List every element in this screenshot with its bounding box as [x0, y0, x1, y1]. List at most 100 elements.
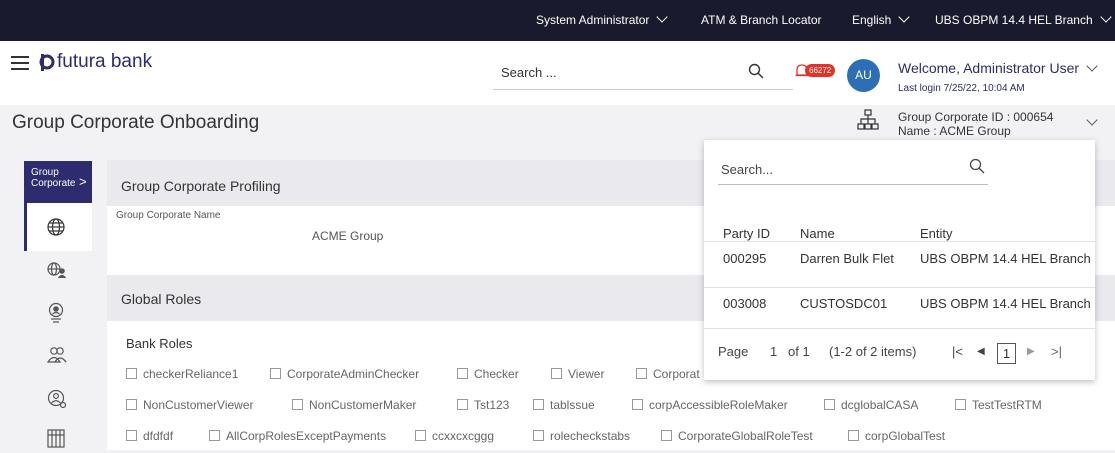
chevron-down-icon: [656, 11, 669, 23]
welcome-menu[interactable]: Welcome, Administrator User: [898, 60, 1098, 76]
sidebar-tab-group-corporate[interactable]: Group Corporate >: [24, 161, 92, 203]
role-checkbox[interactable]: NonCustomerMaker: [292, 398, 416, 412]
top-utility-bar: System Administrator ATM & Branch Locato…: [0, 0, 1115, 41]
role-checkbox[interactable]: dfdfdf: [126, 429, 173, 443]
party-search-popup: Search... Party ID Name Entity 000295 Da…: [704, 140, 1095, 380]
checkbox-icon[interactable]: [457, 399, 468, 410]
group-corporate-name-header: Name : ACME Group: [898, 124, 1011, 138]
first-page-icon[interactable]: |<: [952, 344, 963, 359]
language-menu[interactable]: English: [852, 0, 911, 41]
checkbox-icon[interactable]: [292, 399, 303, 410]
user-settings-icon[interactable]: [46, 388, 68, 410]
role-checkbox[interactable]: dcglobalCASA: [824, 398, 918, 412]
group-corporate-id: Group Corporate ID : 000654: [898, 110, 1054, 124]
column-header-name[interactable]: Name: [800, 226, 835, 241]
table-divider: [704, 241, 1095, 242]
checkbox-icon[interactable]: [551, 368, 562, 379]
avatar[interactable]: AU: [847, 59, 880, 92]
checkbox-icon[interactable]: [824, 399, 835, 410]
role-checkbox[interactable]: rolecheckstabs: [533, 429, 630, 443]
table-cell-entity[interactable]: UBS OBPM 14.4 HEL Branch: [920, 251, 1091, 266]
checkbox-icon[interactable]: [457, 368, 468, 379]
checkbox-icon[interactable]: [126, 399, 137, 410]
role-checkbox[interactable]: Corporat: [636, 367, 700, 381]
building-icon[interactable]: [46, 428, 68, 450]
prev-page-icon[interactable]: ◀: [977, 346, 985, 357]
next-page-icon[interactable]: ▶: [1027, 346, 1035, 357]
checkbox-icon[interactable]: [415, 430, 426, 441]
search-input[interactable]: Search ...: [501, 65, 557, 80]
role-checkbox-label: corpGlobalTest: [865, 429, 946, 443]
column-header-party-id[interactable]: Party ID: [723, 226, 770, 241]
pager-of-label: of 1: [788, 344, 810, 359]
checkbox-icon[interactable]: [533, 430, 544, 441]
branch-menu[interactable]: UBS OBPM 14.4 HEL Branch: [935, 0, 1112, 41]
group-corporate-name-label: Group Corporate Name: [116, 210, 221, 221]
search-icon[interactable]: [969, 158, 985, 179]
role-checkbox-label: TestTestRTM: [972, 398, 1042, 412]
role-checkbox[interactable]: CorporateGlobalRoleTest: [661, 429, 813, 443]
checkbox-icon[interactable]: [270, 368, 281, 379]
role-checkbox[interactable]: corpGlobalTest: [848, 429, 945, 443]
checkbox-icon[interactable]: [636, 368, 647, 379]
pager-page-number[interactable]: 1: [770, 344, 777, 359]
role-checkbox[interactable]: Viewer: [551, 367, 604, 381]
role-checkbox[interactable]: Checker: [457, 367, 519, 381]
role-checkbox[interactable]: checkerReliance1: [126, 367, 238, 381]
checkbox-icon[interactable]: [848, 430, 859, 441]
role-checkbox-label: Tst123: [474, 398, 510, 412]
role-label: System Administrator: [536, 13, 650, 27]
current-page-box[interactable]: 1: [997, 343, 1016, 364]
role-checkbox-label: tablssue: [550, 398, 595, 412]
checkbox-icon[interactable]: [209, 430, 220, 441]
role-checkbox-label: rolecheckstabs: [550, 429, 631, 443]
users-group-icon[interactable]: [46, 345, 68, 367]
role-checkbox-label: CorporateAdminChecker: [287, 367, 420, 381]
role-checkbox[interactable]: corpAccessibleRoleMaker: [632, 398, 788, 412]
atm-branch-locator-link[interactable]: ATM & Branch Locator: [701, 0, 822, 41]
org-hierarchy-icon[interactable]: [857, 109, 879, 136]
checkbox-icon[interactable]: [955, 399, 966, 410]
role-checkbox-label: dcglobalCASA: [841, 398, 919, 412]
globe-users-icon[interactable]: [46, 260, 68, 282]
hamburger-menu-icon[interactable]: [11, 56, 29, 70]
last-page-icon[interactable]: >|: [1051, 344, 1062, 359]
welcome-text: Welcome, Administrator User: [898, 60, 1080, 76]
globe-icon[interactable]: [46, 217, 68, 239]
checkbox-icon[interactable]: [661, 430, 672, 441]
role-checkbox[interactable]: ccxxcxcggg: [415, 429, 494, 443]
role-menu[interactable]: System Administrator: [536, 0, 669, 41]
role-checkbox[interactable]: tablssue: [533, 398, 595, 412]
role-checkbox-label: ccxxcxcggg: [432, 429, 495, 443]
role-checkbox[interactable]: NonCustomerViewer: [126, 398, 254, 412]
table-cell-name[interactable]: Darren Bulk Flet: [800, 251, 894, 266]
table-divider: [704, 287, 1095, 288]
table-cell-entity[interactable]: UBS OBPM 14.4 HEL Branch: [920, 296, 1091, 311]
checkbox-icon[interactable]: [126, 368, 137, 379]
atm-label: ATM & Branch Locator: [701, 13, 822, 27]
party-search-input[interactable]: Search...: [721, 162, 773, 177]
checkbox-icon[interactable]: [126, 430, 137, 441]
role-checkbox[interactable]: Tst123: [457, 398, 509, 412]
role-checkbox[interactable]: TestTestRTM: [955, 398, 1042, 412]
search-icon[interactable]: [748, 63, 764, 84]
table-cell-party-id[interactable]: 000295: [723, 251, 766, 266]
role-checkbox[interactable]: CorporateAdminChecker: [270, 367, 419, 381]
role-checkbox[interactable]: AllCorpRolesExceptPayments: [209, 429, 386, 443]
group-corporate-name-value: ACME Group: [312, 229, 384, 243]
chevron-right-icon: >: [79, 174, 87, 189]
notification-badge[interactable]: 66272: [805, 64, 836, 77]
role-checkbox-label: Viewer: [568, 367, 605, 381]
search-underline: [493, 89, 793, 90]
user-badge-icon[interactable]: [46, 302, 68, 324]
table-cell-name[interactable]: CUSTOSDC01: [800, 296, 887, 311]
chevron-down-icon[interactable]: [1079, 114, 1098, 132]
checkbox-icon[interactable]: [632, 399, 643, 410]
role-checkbox-label: NonCustomerMaker: [309, 398, 417, 412]
pager-page-label: Page: [718, 344, 749, 359]
column-header-entity[interactable]: Entity: [920, 226, 953, 241]
checkbox-icon[interactable]: [533, 399, 544, 410]
table-cell-party-id[interactable]: 003008: [723, 296, 766, 311]
role-checkbox-label: dfdfdf: [143, 429, 174, 443]
language-label: English: [852, 13, 892, 27]
